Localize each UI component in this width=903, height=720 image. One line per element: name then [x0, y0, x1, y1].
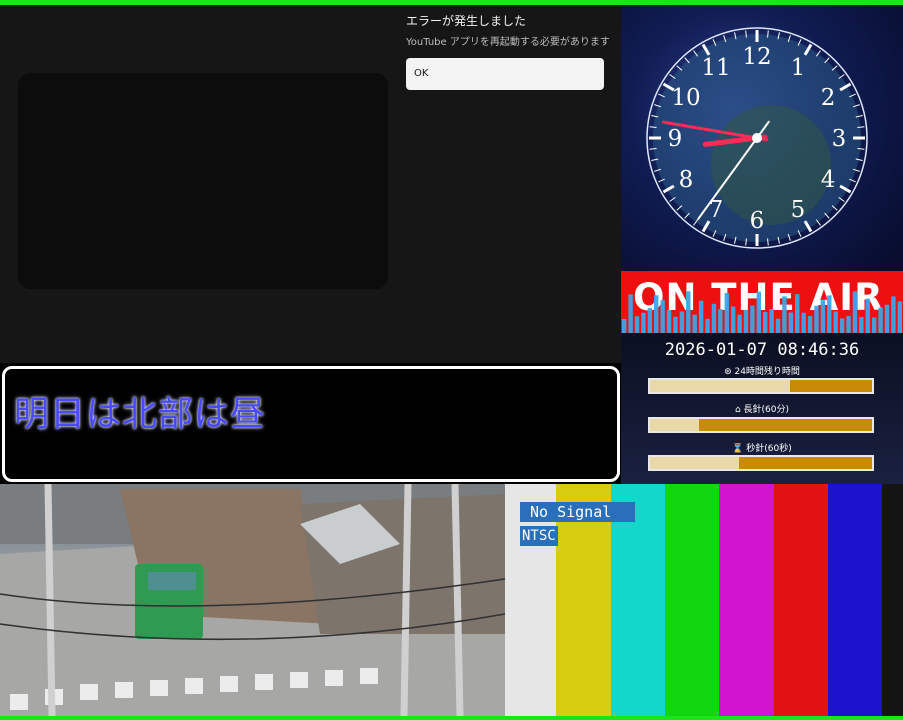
level-bar	[814, 305, 819, 333]
level-bar	[807, 316, 813, 333]
level-bar	[743, 309, 749, 333]
level-bar	[878, 307, 883, 333]
level-bar	[859, 317, 864, 333]
analog-clock: 12 1234567891011	[646, 27, 868, 249]
minute-hand-fill	[650, 419, 699, 431]
color-bar	[665, 484, 719, 716]
color-bars-panel: No Signal NTSC	[505, 484, 903, 716]
clock-numeral: 1	[791, 55, 806, 81]
clock-numeral: 2	[821, 85, 836, 111]
on-the-air-panel: ON THE AIR	[621, 271, 903, 333]
error-title: エラーが発生しました	[406, 14, 527, 28]
caption-text: 明日は北部は昼	[14, 395, 267, 435]
caption-box: 明日は北部は昼	[2, 366, 620, 482]
level-bar	[686, 291, 691, 333]
level-bar	[654, 295, 659, 333]
camera-truck-window	[148, 572, 196, 590]
clock-numeral: 5	[791, 197, 806, 223]
second-hand-bar	[648, 455, 874, 471]
level-bar	[788, 312, 794, 333]
level-bar	[884, 304, 890, 333]
level-bar	[679, 311, 685, 333]
clock-numeral: 3	[832, 126, 847, 152]
clock-numeral: 4	[821, 167, 836, 193]
level-bar	[647, 308, 653, 333]
level-bar	[660, 300, 665, 333]
level-bar	[673, 316, 678, 333]
level-bar	[718, 309, 723, 333]
datetime-display: 2026-01-07 08:46:36	[664, 340, 860, 360]
clock-numeral: 8	[679, 167, 694, 193]
video-placeholder	[18, 73, 388, 289]
ok-button[interactable]: OK	[406, 58, 604, 90]
youtube-error-panel: エラーが発生しました YouTube アプリを再起動する必要があります OK	[0, 5, 621, 363]
minute-hand-bar	[648, 417, 874, 433]
level-bar	[711, 303, 717, 333]
level-bar	[782, 296, 787, 333]
color-bar	[828, 484, 882, 716]
clock-icon: ⌂	[734, 405, 744, 415]
level-bar	[692, 314, 697, 333]
color-bar	[719, 484, 774, 716]
level-bar	[827, 295, 832, 333]
level-bar	[839, 318, 845, 333]
timer-panel: 2026-01-07 08:46:36 ⊛ 24時間残り時間 ⌂ 長針(60分)…	[621, 333, 903, 484]
level-bar	[756, 291, 761, 333]
frame-bottom-border	[0, 716, 903, 720]
ntsc-label: NTSC	[520, 526, 558, 546]
remaining-24h-bar	[648, 378, 874, 394]
audio-level-meter	[622, 291, 902, 333]
level-bar	[775, 318, 781, 333]
minute-hand-label: ⌂ 長針(60分)	[734, 405, 790, 415]
remaining-24h-label: ⊛ 24時間残り時間	[724, 367, 800, 377]
color-bar	[882, 484, 903, 716]
level-bar	[871, 317, 877, 333]
level-bar	[891, 296, 896, 333]
level-bar	[801, 312, 806, 333]
color-bar	[774, 484, 828, 716]
hourglass-icon: ⌛	[732, 444, 747, 454]
level-bar	[750, 305, 755, 333]
level-bar	[763, 311, 768, 333]
level-bar	[730, 306, 736, 333]
level-bar	[641, 312, 646, 333]
traffic-camera-image	[0, 484, 505, 716]
level-bar	[634, 316, 640, 333]
level-bar	[846, 315, 851, 333]
level-bar	[897, 301, 902, 333]
clock-numeral: 12	[742, 44, 771, 70]
level-bar	[737, 314, 742, 333]
remaining-icon: ⊛	[724, 367, 735, 377]
clock-center-pin	[752, 133, 762, 143]
level-bar	[769, 309, 774, 333]
no-signal-label: No Signal	[520, 502, 635, 522]
level-bar	[865, 298, 870, 333]
second-hand-label: ⌛ 秒針(60秒)	[732, 444, 792, 454]
level-bar	[622, 319, 627, 333]
error-message: YouTube アプリを再起動する必要があります	[406, 37, 610, 48]
level-bar	[795, 294, 800, 333]
analog-clock-panel: 12 1 2 3 4 5 6 7 8 9 10 11	[621, 5, 903, 271]
level-bar	[820, 300, 826, 333]
clock-numeral: 11	[701, 55, 730, 81]
level-bar	[698, 300, 704, 333]
second-hand-fill	[650, 457, 739, 469]
clock-globe-land	[711, 105, 831, 225]
clock-numeral: 9	[668, 126, 683, 152]
level-bar	[724, 293, 729, 333]
level-bar	[628, 294, 633, 333]
traffic-camera-feed	[0, 484, 505, 716]
remaining-24h-fill	[650, 380, 790, 392]
level-bar	[705, 318, 710, 333]
level-bar	[852, 291, 858, 333]
clock-numeral: 6	[750, 208, 765, 234]
level-bar	[666, 309, 672, 333]
level-bar	[833, 311, 838, 333]
clock-numeral: 10	[671, 85, 700, 111]
